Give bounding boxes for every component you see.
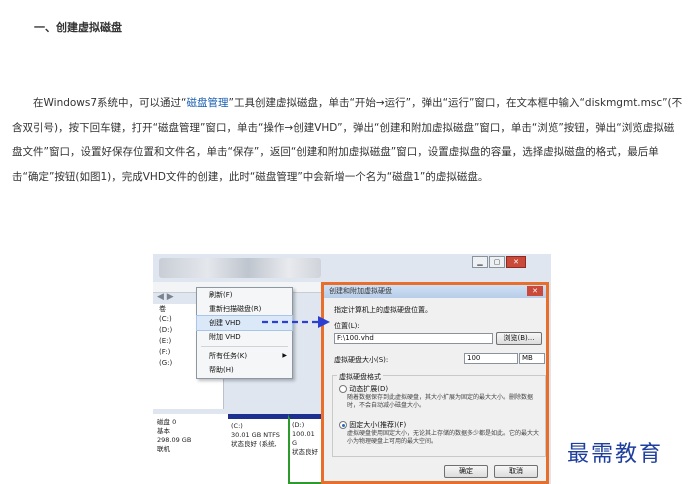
disk-size: 298.09 GB (157, 436, 192, 444)
section-heading: 一、创建虚拟磁盘 (34, 21, 122, 34)
close-button[interactable]: ✕ (506, 256, 526, 268)
maximize-button[interactable]: ▢ (489, 256, 505, 268)
partition-d-label: (D:) (292, 421, 305, 429)
dashed-arrow-icon (262, 316, 330, 328)
size-unit-select[interactable]: MB (519, 353, 545, 364)
disk-status: 联机 (157, 445, 170, 453)
browse-button[interactable]: 浏览(B)... (496, 332, 542, 345)
partition-d[interactable]: (D:) 100.01 G 状态良好 (288, 414, 323, 484)
partition-d-status: 状态良好 (292, 448, 318, 456)
size-label: 虚拟硬盘大小(S): (334, 356, 389, 364)
article-paragraph: 在Windows7系统中，可以通过“磁盘管理”工具创建虚拟磁盘，单击“开始→运行… (12, 91, 684, 189)
watermark-text: 最需教育 (567, 442, 664, 467)
radio-dynamic[interactable]: 动态扩展(D) (339, 384, 388, 394)
partition-c-status: 状态良好 (系统, (231, 440, 277, 448)
action-menu: 刷新(F) 重新扫描磁盘(R) 创建 VHD 附加 VHD 所有任务(K) ▶ 帮… (196, 287, 293, 379)
menu-item-refresh[interactable]: 刷新(F) (197, 288, 292, 302)
menu-item-rescan[interactable]: 重新扫描磁盘(R) (197, 302, 292, 316)
dialog-title: 创建和附加虚拟硬盘 (324, 285, 546, 298)
radio-dynamic-label: 动态扩展(D) (349, 385, 389, 393)
cancel-button[interactable]: 取消 (494, 465, 538, 478)
paragraph-text-1: 在Windows7系统中，可以通过“ (33, 97, 187, 109)
radio-dynamic-circle[interactable] (339, 385, 347, 393)
location-label: 位置(L): (334, 322, 360, 330)
disk-name: 磁盘 0 (157, 418, 177, 426)
radio-fixed-circle[interactable] (339, 421, 347, 429)
menu-separator (201, 346, 288, 347)
minimize-button[interactable]: ▁ (472, 256, 488, 268)
dynamic-description: 随着数据保存到此虚拟硬盘，其大小扩展为固定的最大大小。删除数据时，不会自动减小磁… (347, 394, 534, 409)
chevron-right-icon: ▶ (282, 352, 287, 359)
disk-type: 基本 (157, 427, 170, 435)
partition-d-size: 100.01 G (292, 430, 315, 447)
figure-screenshot: ◀ ▶ ▁ ▢ ✕ 卷 (C:) (D:) (E:) (F:) (G:) 刷新(F)… (153, 254, 551, 484)
disk-management-link[interactable]: 磁盘管理 (187, 97, 229, 109)
fixed-description: 虚拟硬盘使用固定大小，无论其上存储的数据多少都是如此。它的最大大小为物理硬盘上可… (347, 430, 540, 445)
disk-map: 磁盘 0 基本 298.09 GB 联机 (C:) 30.01 GB NTFS … (153, 414, 323, 484)
radio-fixed[interactable]: 固定大小(推荐)(F) (339, 420, 406, 430)
window-controls: ▁ ▢ ✕ (471, 256, 526, 268)
dialog-close-button[interactable]: ✕ (527, 286, 543, 296)
radio-fixed-label: 固定大小(推荐)(F) (349, 421, 407, 429)
ok-button[interactable]: 确定 (444, 465, 488, 478)
nav-buttons[interactable]: ◀ ▶ (157, 292, 174, 302)
create-vhd-dialog: 创建和附加虚拟硬盘 ✕ 指定计算机上的虚拟硬盘位置。 位置(L): F:\100… (321, 282, 549, 484)
disk0-info: 磁盘 0 基本 298.09 GB 联机 (157, 418, 191, 454)
dialog-instruction: 指定计算机上的虚拟硬盘位置。 (334, 306, 432, 314)
paragraph-text-2: ”工具创建虚拟磁盘，单击“开始→运行”，弹出“运行”窗口，在文本框中输入“dis… (12, 97, 683, 183)
location-input[interactable]: F:\100.vhd (334, 333, 493, 344)
partition-c[interactable]: (C:) 30.01 GB NTFS 状态良好 (系统, (228, 414, 288, 484)
blurred-title-bar (159, 258, 321, 278)
menu-item-attach-vhd[interactable]: 附加 VHD (197, 330, 292, 344)
menu-item-all-tasks-label: 所有任务(K) (209, 352, 248, 360)
format-group: 虚拟硬盘格式 动态扩展(D) 随着数据保存到此虚拟硬盘，其大小扩展为固定的最大大… (332, 372, 546, 457)
partition-c-size: 30.01 GB NTFS (231, 431, 280, 439)
partition-c-label: (C:) (231, 422, 243, 430)
menu-item-help[interactable]: 帮助(H) (197, 363, 292, 377)
menu-item-all-tasks[interactable]: 所有任务(K) ▶ (197, 349, 292, 363)
format-group-title: 虚拟硬盘格式 (337, 372, 383, 382)
size-input[interactable]: 100 (464, 353, 518, 364)
